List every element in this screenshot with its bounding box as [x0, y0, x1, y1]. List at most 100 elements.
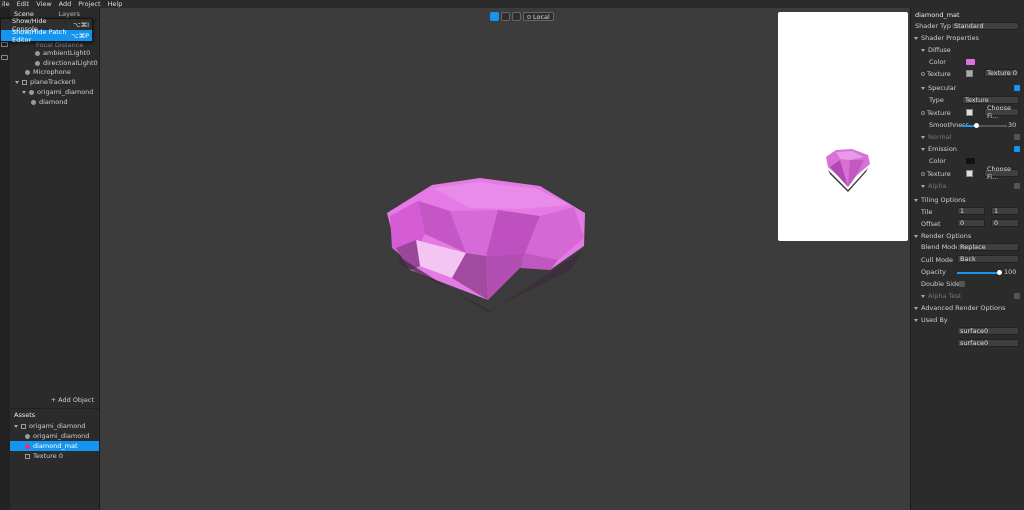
asset-item-origami-diamond[interactable]: origami_diamond — [10, 431, 99, 441]
mesh-icon — [31, 99, 36, 105]
scene-panel: Scene Layers Focal Distance ambientLight… — [10, 8, 100, 510]
texture-thumbnail[interactable] — [966, 170, 973, 177]
menu-edit[interactable]: Edit — [17, 0, 30, 8]
chevron-right-icon — [921, 294, 925, 298]
texture-thumbnail[interactable] — [966, 70, 973, 77]
section-normal[interactable]: Normal — [911, 132, 1024, 142]
chevron-down-icon — [921, 86, 925, 90]
menu-view[interactable]: View — [36, 0, 51, 8]
menu-project[interactable]: Project — [78, 0, 100, 8]
double-sided-label: Double Sided — [921, 280, 965, 288]
light-icon — [35, 60, 40, 66]
asset-item-texture0[interactable]: Texture 0 — [10, 451, 99, 461]
preview-diamond — [826, 149, 870, 192]
chevron-down-icon — [914, 36, 918, 40]
asset-item-origami-diamond-folder[interactable]: origami_diamond — [10, 421, 99, 431]
smoothness-slider[interactable] — [962, 125, 1007, 127]
assets-panel: Assets origami_diamond origami_diamond d… — [10, 408, 99, 461]
asset-item-diamond-mat[interactable]: diamond_mat — [10, 441, 99, 451]
emission-checkbox[interactable] — [1014, 146, 1020, 152]
menu-add[interactable]: Add — [59, 0, 72, 8]
camera-icon[interactable] — [1, 55, 8, 60]
tile-x-input[interactable]: 1 — [957, 207, 985, 215]
section-shader-properties[interactable]: Shader Properties — [911, 33, 1024, 43]
cull-mode-select[interactable]: Back — [957, 255, 1019, 263]
tree-item-plane-tracker[interactable]: planeTracker0 — [15, 77, 76, 87]
diffuse-texture-select[interactable]: Texture 0 — [984, 69, 1019, 77]
diffuse-color-swatch[interactable] — [966, 59, 975, 65]
inspector-title: diamond_mat — [915, 11, 960, 19]
specular-type-select[interactable]: Texture — [962, 96, 1019, 104]
inspector-panel: diamond_mat Shader Type Standard Shader … — [910, 8, 1024, 510]
assets-title: Assets — [14, 411, 36, 419]
viewport[interactable]: Local — [100, 8, 910, 510]
mesh-icon — [29, 89, 34, 95]
emission-color-swatch[interactable] — [966, 158, 975, 164]
link-icon[interactable] — [921, 111, 925, 115]
chevron-right-icon — [914, 306, 918, 310]
opacity-fill — [957, 272, 999, 274]
tracker-icon — [22, 79, 27, 85]
section-specular[interactable]: Specular — [911, 83, 1024, 93]
chevron-down-icon — [914, 318, 918, 322]
smoothness-value[interactable]: 30 — [1008, 120, 1022, 130]
section-advanced-render-options[interactable]: Advanced Render Options — [911, 303, 1024, 313]
section-used-by[interactable]: Used By — [911, 315, 1024, 325]
menu-file[interactable]: ile — [2, 0, 10, 8]
link-icon[interactable] — [921, 72, 925, 76]
chevron-down-icon[interactable] — [22, 90, 26, 94]
blend-mode-select[interactable]: Replace — [957, 243, 1019, 251]
used-by-item[interactable]: surface0 — [957, 339, 1019, 347]
opacity-value[interactable]: 100 — [1004, 267, 1022, 277]
context-menu: Show/Hide Console ⌥⌘I Show/Hide Patch Edi… — [0, 17, 93, 44]
section-alpha-test[interactable]: Alpha Test — [911, 291, 1024, 301]
normal-checkbox[interactable] — [1014, 134, 1020, 140]
double-sided-checkbox[interactable] — [959, 281, 965, 287]
smoothness-knob[interactable] — [973, 123, 979, 128]
menu-help[interactable]: Help — [108, 0, 123, 8]
tool-strip — [0, 8, 10, 510]
chevron-down-icon — [914, 198, 918, 202]
used-by-item[interactable]: surface0 — [957, 327, 1019, 335]
offset-x-input[interactable]: 0 — [957, 219, 985, 227]
specular-choose-file[interactable]: Choose Fi... — [984, 104, 1019, 120]
alpha-test-checkbox[interactable] — [1014, 293, 1020, 299]
chevron-right-icon — [921, 135, 925, 139]
specular-checkbox[interactable] — [1014, 85, 1020, 91]
chevron-down-icon[interactable] — [15, 80, 19, 84]
tree-item-diamond[interactable]: diamond — [31, 97, 67, 107]
texture-thumbnail[interactable] — [966, 109, 973, 116]
link-icon[interactable] — [921, 172, 925, 176]
opacity-slider[interactable] — [957, 272, 999, 274]
section-alpha[interactable]: Alpha — [911, 181, 1024, 191]
chevron-down-icon — [921, 48, 925, 52]
opacity-knob[interactable] — [997, 270, 1002, 275]
tree-item-microphone[interactable]: Microphone — [25, 67, 71, 77]
chevron-down-icon — [914, 234, 918, 238]
alpha-checkbox[interactable] — [1014, 183, 1020, 189]
layers-icon[interactable] — [1, 42, 8, 47]
section-render-options[interactable]: Render Options — [911, 231, 1024, 241]
menu-item-show-hide-patch-editor[interactable]: Show/Hide Patch Editor ⌥⌘P — [1, 28, 92, 44]
material-icon — [25, 443, 30, 449]
microphone-icon — [25, 69, 30, 75]
chevron-right-icon — [921, 184, 925, 188]
section-diffuse[interactable]: Diffuse — [911, 45, 1024, 55]
emission-choose-file[interactable]: Choose Fi... — [984, 165, 1019, 181]
tile-y-input[interactable]: 1 — [991, 207, 1019, 215]
add-object-button[interactable]: + Add Object — [51, 396, 94, 404]
device-preview[interactable] — [778, 12, 908, 241]
texture-icon — [25, 453, 30, 459]
section-emission[interactable]: Emission — [911, 144, 1024, 154]
shader-type-select[interactable]: Standard — [951, 22, 1019, 30]
mesh-icon — [25, 433, 30, 439]
offset-y-input[interactable]: 0 — [991, 219, 1019, 227]
tree-item-ambient-light[interactable]: ambientLight0 — [35, 48, 90, 58]
chevron-down-icon[interactable] — [14, 424, 18, 428]
chevron-down-icon — [921, 147, 925, 151]
section-tiling-options[interactable]: Tiling Options — [911, 195, 1024, 205]
menu-bar: ile Edit View Add Project Help — [0, 0, 1024, 8]
light-icon — [35, 50, 40, 56]
file-icon — [21, 423, 26, 429]
tree-item-origami-diamond[interactable]: origami_diamond — [22, 87, 93, 97]
